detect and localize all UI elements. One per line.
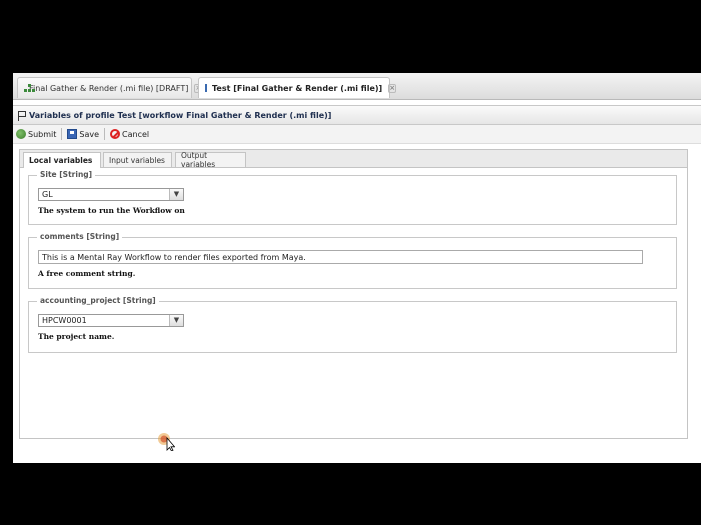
comments-legend: comments [String]	[37, 232, 123, 241]
window-icon	[205, 84, 207, 92]
save-label: Save	[79, 129, 100, 139]
cancel-icon	[110, 129, 121, 139]
comments-input[interactable]: This is a Mental Ray Workflow to render …	[38, 250, 643, 264]
app-window: Final Gather & Render (.mi file) [DRAFT]…	[13, 73, 701, 463]
cancel-label: Cancel	[122, 129, 150, 139]
site-description: The system to run the Workflow on	[38, 206, 185, 215]
save-button[interactable]: Save	[64, 129, 102, 139]
submit-icon	[16, 129, 26, 139]
close-tab-icon[interactable]: ×	[388, 83, 397, 93]
save-icon	[67, 129, 78, 139]
comments-value: This is a Mental Ray Workflow to render …	[42, 252, 306, 262]
mouse-cursor-icon	[158, 433, 175, 451]
submit-label: Submit	[28, 129, 57, 139]
site-value: GL	[42, 190, 53, 199]
tab-final-gather-draft[interactable]: Final Gather & Render (.mi file) [DRAFT]…	[17, 77, 203, 98]
accounting-project-fieldset: accounting_project [String] HPCW0001 ▼ T…	[28, 296, 677, 353]
accounting-project-value: HPCW0001	[42, 316, 87, 325]
chevron-down-icon[interactable]: ▼	[169, 315, 183, 326]
toolbar: Submit Save Cancel	[13, 125, 701, 144]
site-select[interactable]: GL ▼	[38, 188, 184, 201]
flag-icon	[17, 110, 26, 121]
site-legend: Site [String]	[37, 170, 96, 179]
tab-input-variables[interactable]: Input variables	[103, 152, 172, 167]
tab-label: Test [Final Gather & Render (.mi file)]	[212, 83, 383, 93]
site-fieldset: Site [String] GL ▼ The system to run the…	[28, 170, 677, 225]
toolbar-separator	[104, 128, 106, 140]
variables-panel: Local variables Input variables Output v…	[19, 149, 688, 439]
comments-fieldset: comments [String] This is a Mental Ray W…	[28, 232, 677, 289]
accounting-project-description: The project name.	[38, 332, 115, 341]
tab-label: Final Gather & Render (.mi file) [DRAFT]	[29, 83, 189, 93]
toolbar-separator	[61, 128, 63, 140]
submit-button[interactable]: Submit	[13, 129, 59, 139]
tab-output-variables[interactable]: Output variables	[175, 151, 246, 169]
comments-description: A free comment string.	[38, 269, 136, 278]
tab-test-profile[interactable]: Test [Final Gather & Render (.mi file)] …	[198, 77, 397, 98]
chevron-down-icon[interactable]: ▼	[169, 189, 183, 200]
accounting-project-legend: accounting_project [String]	[37, 296, 159, 305]
tab-local-variables[interactable]: Local variables	[23, 152, 101, 168]
panel-title-bar: Variables of profile Test [workflow Fina…	[13, 105, 701, 125]
variable-tabs: Local variables Input variables Output v…	[20, 150, 687, 169]
panel-title: Variables of profile Test [workflow Fina…	[29, 110, 332, 120]
accounting-project-select[interactable]: HPCW0001 ▼	[38, 314, 184, 327]
cancel-button[interactable]: Cancel	[107, 129, 152, 139]
document-tab-bar: Final Gather & Render (.mi file) [DRAFT]…	[13, 73, 701, 100]
